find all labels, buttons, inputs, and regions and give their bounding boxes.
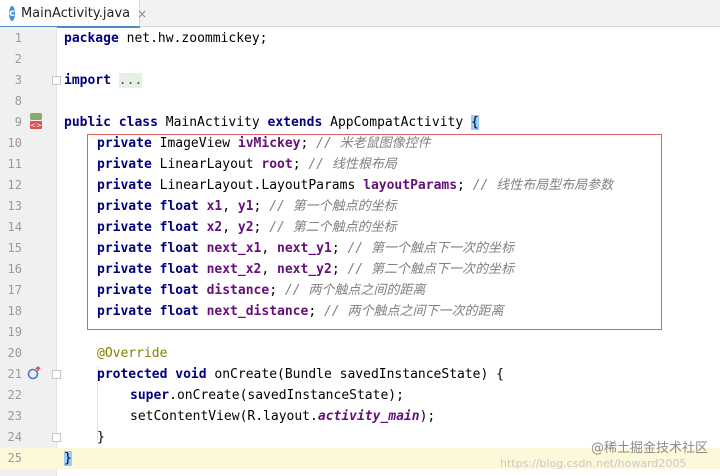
code-text: import ... (64, 73, 143, 88)
code-line[interactable]: 1 package net.hw.zoommickey; (0, 28, 720, 49)
watermark-url: https://blog.csdn.net/howard2005 (500, 457, 687, 470)
folded-imports[interactable]: ... (118, 73, 143, 88)
close-icon[interactable]: × (137, 7, 147, 21)
line-number: 21 (7, 367, 22, 381)
line-number: 25 (7, 451, 22, 465)
line-number: 20 (7, 346, 22, 360)
line-number: 8 (14, 94, 22, 108)
override-method-icon[interactable] (27, 365, 43, 385)
highlight-box (87, 134, 662, 330)
line-number: 17 (7, 283, 22, 297)
code-line[interactable]: 9 <> public class MainActivity extends A… (0, 112, 720, 133)
fold-toggle-icon[interactable] (52, 76, 61, 85)
java-class-icon: c (9, 6, 15, 21)
tab-mainactivity-java[interactable]: c MainActivity.java × (0, 0, 147, 28)
editor-tab-bar: c MainActivity.java × (0, 0, 720, 28)
code-line[interactable]: 8 (0, 91, 720, 112)
code-line[interactable]: 22 super.onCreate(savedInstanceState); (0, 385, 720, 406)
line-number: 12 (7, 178, 22, 192)
line-number: 19 (7, 325, 22, 339)
tab-label: MainActivity.java (20, 6, 131, 21)
fold-toggle-icon[interactable] (52, 433, 61, 442)
android-activity-icon[interactable]: <> (29, 112, 43, 133)
matched-brace: { (471, 115, 479, 130)
line-number: 22 (7, 388, 22, 402)
code-text: @Override (97, 346, 168, 361)
code-line[interactable]: 20 @Override (0, 343, 720, 364)
line-number: 23 (7, 409, 22, 423)
code-line[interactable]: 2 (0, 49, 720, 70)
line-number: 24 (7, 430, 22, 444)
line-number: 9 (14, 115, 22, 129)
code-text: } (64, 448, 72, 469)
line-number: 15 (7, 241, 22, 255)
code-line[interactable]: 3 import ... (0, 70, 720, 91)
code-text: super.onCreate(savedInstanceState); (130, 388, 404, 403)
line-number: 13 (7, 199, 22, 213)
line-number: 11 (7, 157, 22, 171)
svg-text:<>: <> (30, 122, 42, 130)
indent-guide (97, 366, 98, 440)
code-line[interactable]: 21 protected void onCreate(Bundle savedI… (0, 364, 720, 385)
line-number: 18 (7, 304, 22, 318)
code-text: package net.hw.zoommickey; (64, 31, 268, 46)
line-number: 2 (14, 52, 22, 66)
line-number: 1 (14, 31, 22, 45)
line-number: 14 (7, 220, 22, 234)
code-text: setContentView(R.layout.activity_main); (130, 409, 436, 424)
matched-brace: } (64, 451, 72, 466)
line-number: 16 (7, 262, 22, 276)
line-number: 3 (14, 73, 22, 87)
code-text: public class MainActivity extends AppCom… (64, 115, 479, 130)
code-line[interactable]: 23 setContentView(R.layout.activity_main… (0, 406, 720, 427)
fold-toggle-icon[interactable] (52, 370, 61, 379)
line-number: 10 (7, 136, 22, 150)
code-text: protected void onCreate(Bundle savedInst… (97, 367, 504, 382)
code-text: } (97, 430, 105, 445)
watermark: @稀土掘金技术社区 (590, 441, 708, 456)
